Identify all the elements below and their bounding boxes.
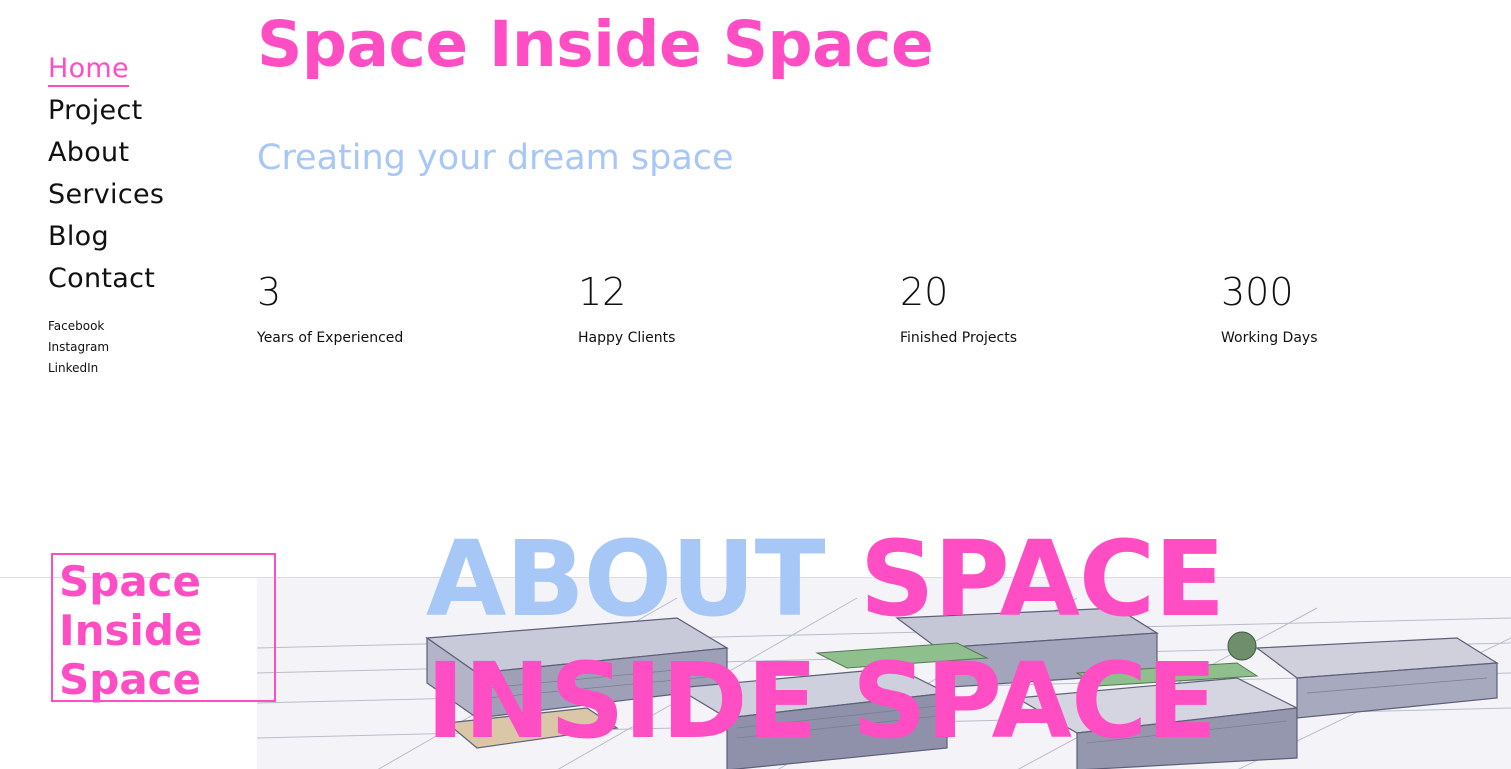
- social-link-linkedin[interactable]: LinkedIn: [48, 358, 248, 379]
- stat-number: 3: [257, 270, 282, 314]
- nav-item-contact[interactable]: Contact: [48, 258, 248, 300]
- nav-item-label: Home: [48, 53, 129, 87]
- stats-row: 3 Years of Experienced 12 Happy Clients …: [257, 266, 1511, 366]
- nav-item-home[interactable]: Home: [48, 48, 248, 90]
- logo-line: Space: [59, 557, 202, 606]
- logo-box[interactable]: Space Inside Space: [51, 553, 276, 704]
- stat-label: Finished Projects: [900, 330, 1017, 346]
- stat-label: Working Days: [1221, 330, 1318, 346]
- about-heading-line2: INSIDE SPACE: [426, 640, 1217, 762]
- social-links: Facebook Instagram LinkedIn: [48, 316, 248, 379]
- about-heading: ABOUT SPACE: [426, 518, 1225, 640]
- about-heading-part-b: SPACE: [859, 518, 1225, 640]
- stat-item: 20 Finished Projects: [900, 266, 1200, 346]
- stat-number: 20: [900, 270, 949, 314]
- stat-number: 12: [578, 270, 627, 314]
- hero-subtitle: Creating your dream space: [257, 138, 734, 178]
- about-heading-part-a: ABOUT: [426, 518, 826, 640]
- stat-number: 300: [1221, 270, 1294, 314]
- nav-item-project[interactable]: Project: [48, 90, 248, 132]
- nav-item-blog[interactable]: Blog: [48, 216, 248, 258]
- sidebar-nav: Home Project About Services Blog Contact…: [48, 48, 248, 379]
- nav-item-label: Contact: [48, 263, 156, 294]
- stat-item: 3 Years of Experienced: [257, 266, 557, 346]
- nav-item-about[interactable]: About: [48, 132, 248, 174]
- stat-label: Happy Clients: [578, 330, 676, 346]
- social-link-facebook[interactable]: Facebook: [48, 316, 248, 337]
- logo-line: Inside: [59, 606, 203, 655]
- logo-line: Space: [59, 655, 202, 704]
- page: Home Project About Services Blog Contact…: [0, 0, 1511, 769]
- nav-item-label: Project: [48, 95, 143, 126]
- nav-item-label: Services: [48, 179, 165, 210]
- stat-item: 300 Working Days: [1221, 266, 1511, 346]
- hero-title: Space Inside Space: [257, 8, 934, 81]
- nav-item-label: About: [48, 137, 130, 168]
- stat-item: 12 Happy Clients: [578, 266, 878, 346]
- social-link-instagram[interactable]: Instagram: [48, 337, 248, 358]
- nav-item-label: Blog: [48, 221, 109, 252]
- stat-label: Years of Experienced: [257, 330, 404, 346]
- nav-item-services[interactable]: Services: [48, 174, 248, 216]
